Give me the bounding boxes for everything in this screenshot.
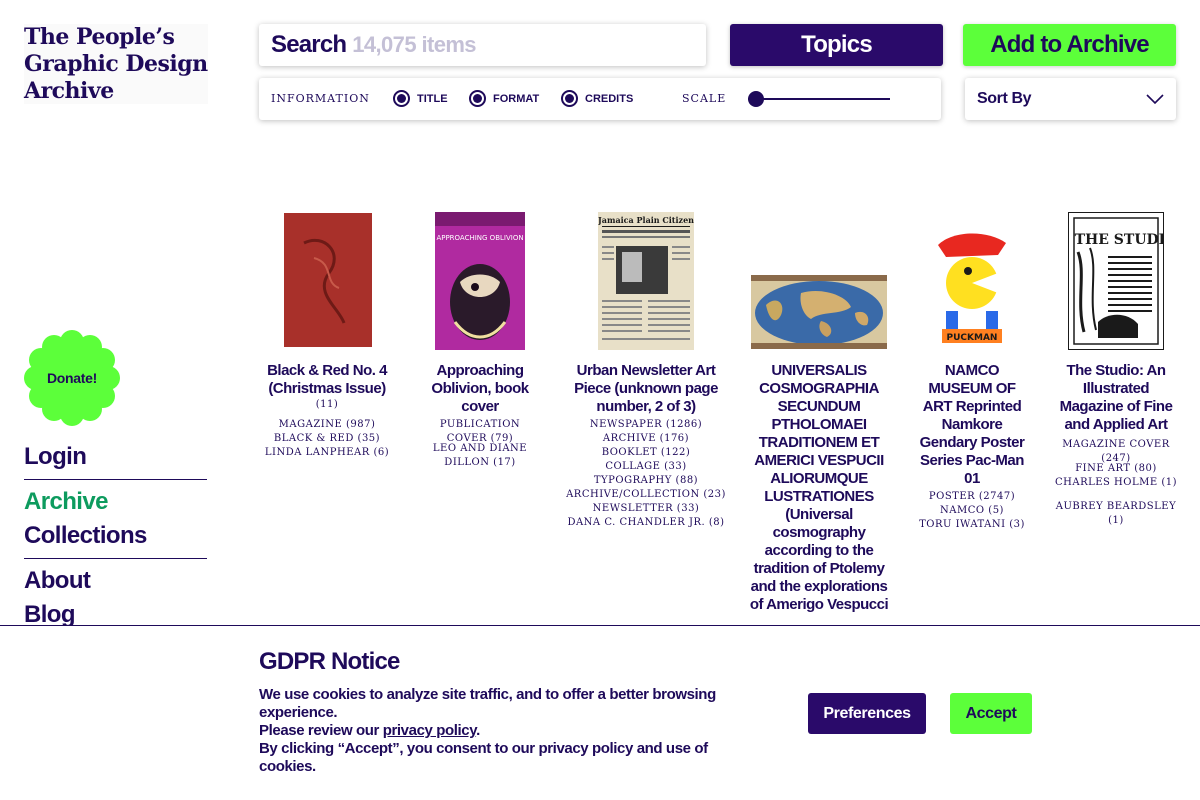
- sort-by-dropdown[interactable]: Sort By: [965, 78, 1176, 120]
- svg-text:APPROACHING OBLIVION: APPROACHING OBLIVION: [436, 234, 523, 242]
- item-tag[interactable]: LINDA LANPHEAR (6): [262, 446, 392, 460]
- svg-text:THE STUDIO: THE STUDIO: [1075, 232, 1164, 248]
- item-title[interactable]: Black & Red No. 4 (Christmas Issue): [262, 362, 392, 398]
- nav-divider: [24, 558, 207, 559]
- information-label: INFORMATION: [271, 92, 370, 105]
- item-tag[interactable]: POSTER (2747): [913, 490, 1031, 504]
- item-tag[interactable]: FINE ART (80): [1054, 462, 1178, 476]
- item-title[interactable]: NAMCO MUSEUM OF ART Reprinted Namkore Ge…: [913, 362, 1031, 488]
- slider-track: [748, 98, 890, 100]
- title-toggle-label: TITLE: [417, 92, 448, 105]
- sort-by-label: Sort By: [977, 90, 1032, 107]
- item-title[interactable]: Urban Newsletter Art Piece (unknown page…: [563, 362, 729, 416]
- search-label: Search: [271, 31, 347, 58]
- item-tag[interactable]: TYPOGRAPHY (88): [563, 474, 729, 488]
- item-title[interactable]: Approaching Oblivion, book cover: [420, 362, 540, 416]
- item-thumbnail[interactable]: PUCKMAN: [928, 225, 1016, 349]
- item-tag[interactable]: ARCHIVE/COLLECTION (23): [563, 488, 729, 502]
- item-tag[interactable]: DANA C. CHANDLER JR. (8): [563, 516, 729, 530]
- donate-label: Donate!: [46, 370, 97, 386]
- nav-archive[interactable]: Archive: [24, 485, 207, 519]
- filter-bar: INFORMATION TITLE FORMAT CREDITS SCALE: [259, 78, 941, 120]
- item-tag[interactable]: COLLAGE (33): [563, 460, 729, 474]
- item-tag[interactable]: MAGAZINE (987): [262, 418, 392, 432]
- format-toggle-label: FORMAT: [493, 92, 540, 105]
- scale-slider[interactable]: [748, 91, 890, 107]
- item-thumbnail[interactable]: THE STUDIO: [1068, 212, 1164, 350]
- preferences-button[interactable]: Preferences: [808, 693, 926, 734]
- credits-toggle-label: CREDITS: [585, 92, 634, 105]
- gdpr-banner: GDPR Notice We use cookies to analyze si…: [0, 625, 1200, 800]
- donate-badge[interactable]: Donate!: [24, 330, 120, 426]
- nav-collections[interactable]: Collections: [24, 519, 207, 553]
- radio-filled-icon: [469, 90, 486, 107]
- gdpr-text: Please review our: [259, 722, 383, 739]
- gdpr-title: GDPR Notice: [259, 648, 400, 675]
- nav-divider: [24, 479, 207, 480]
- item-thumbnail[interactable]: [751, 275, 887, 349]
- gdpr-text-line: We use cookies to analyze site traffic, …: [259, 686, 716, 721]
- nav-about[interactable]: About: [24, 564, 207, 598]
- item-tag[interactable]: CHARLES HOLME (1): [1054, 476, 1178, 490]
- accept-button[interactable]: Accept: [950, 693, 1032, 734]
- side-nav: Login Archive Collections About Blog: [24, 440, 207, 632]
- search-box[interactable]: Search: [259, 24, 706, 66]
- radio-filled-icon: [561, 90, 578, 107]
- slider-thumb[interactable]: [748, 91, 764, 107]
- gdpr-text-line: Please review our privacy policy.: [259, 722, 749, 740]
- item-tag[interactable]: TORU IWATANI (3): [913, 518, 1031, 532]
- item-tag[interactable]: ARCHIVE (176): [563, 432, 729, 446]
- archive-item[interactable]: Black & Red No. 4 (Christmas Issue) (11)…: [262, 210, 392, 470]
- item-thumbnail[interactable]: APPROACHING OBLIVION: [435, 212, 525, 350]
- add-to-archive-button[interactable]: Add to Archive: [963, 24, 1176, 66]
- archive-item[interactable]: THE STUDIO The Studio: An Illustrated Ma…: [1054, 210, 1178, 540]
- svg-text:PUCKMAN: PUCKMAN: [947, 333, 998, 343]
- scale-label: SCALE: [682, 92, 727, 105]
- gdpr-body: We use cookies to analyze site traffic, …: [259, 686, 749, 776]
- item-tag[interactable]: NAMCO (5): [913, 504, 1031, 518]
- item-tag[interactable]: BLACK & RED (35): [262, 432, 392, 446]
- chevron-down-icon: [1146, 94, 1164, 105]
- radio-filled-icon: [393, 90, 410, 107]
- archive-item[interactable]: UNIVERSALIS COSMOGRAPHIA SECUNDUM PTHOLO…: [749, 210, 889, 625]
- item-thumbnail[interactable]: [284, 213, 372, 347]
- item-tag[interactable]: BOOKLET (122): [563, 446, 729, 460]
- title-toggle[interactable]: TITLE: [393, 90, 448, 107]
- logo-line-3: Archive: [24, 78, 114, 104]
- gdpr-text: .: [476, 722, 480, 739]
- privacy-policy-link[interactable]: privacy policy: [383, 722, 477, 739]
- nav-login[interactable]: Login: [24, 440, 207, 474]
- topics-button[interactable]: Topics: [730, 24, 943, 66]
- item-title[interactable]: The Studio: An Illustrated Magazine of F…: [1054, 362, 1178, 434]
- archive-item[interactable]: Jamaica Plain Citizen Urban Newsletter A…: [563, 210, 729, 540]
- search-input[interactable]: [352, 32, 653, 58]
- item-tag[interactable]: NEWSPAPER (1286): [563, 418, 729, 432]
- credits-toggle[interactable]: CREDITS: [561, 90, 633, 107]
- item-count: (11): [315, 399, 339, 410]
- archive-item[interactable]: PUCKMAN NAMCO MUSEUM OF ART Reprinted Na…: [913, 210, 1031, 540]
- item-tag[interactable]: NEWSLETTER (33): [563, 502, 729, 516]
- item-title[interactable]: UNIVERSALIS COSMOGRAPHIA SECUNDUM PTHOLO…: [749, 362, 889, 614]
- svg-text:Jamaica Plain Citizen: Jamaica Plain Citizen: [598, 215, 694, 225]
- site-logo[interactable]: The People’s Graphic Design Archive: [24, 24, 208, 104]
- item-tag[interactable]: AUBREY BEARDSLEY (1): [1054, 500, 1178, 528]
- archive-item[interactable]: APPROACHING OBLIVION Approaching Oblivio…: [420, 210, 540, 470]
- logo-line-2: Graphic Design: [24, 51, 208, 77]
- item-thumbnail[interactable]: Jamaica Plain Citizen: [598, 212, 694, 350]
- gdpr-text-line: By clicking “Accept”, you consent to our…: [259, 740, 708, 775]
- item-tag[interactable]: LEO AND DIANE DILLON (17): [420, 442, 540, 470]
- logo-line-1: The People’s: [24, 24, 175, 50]
- format-toggle[interactable]: FORMAT: [469, 90, 539, 107]
